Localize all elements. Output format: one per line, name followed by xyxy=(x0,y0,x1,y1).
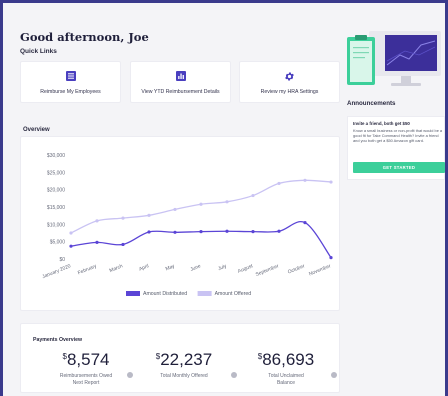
data-point-amount-offered xyxy=(121,216,125,220)
series-line-amount-distributed xyxy=(70,221,332,259)
x-tick-label: August xyxy=(237,263,254,275)
y-tick-label: $30,000 xyxy=(47,153,65,159)
data-point-amount-offered xyxy=(329,180,333,184)
info-icon[interactable] xyxy=(231,372,237,378)
x-tick-label: October xyxy=(287,263,306,275)
x-tick-label: November xyxy=(308,263,332,277)
stat-value: $86,693 xyxy=(241,350,331,370)
data-point-amount-offered xyxy=(173,207,177,212)
y-tick-label: $20,000 xyxy=(47,188,65,194)
stat-label: Reimbursements Owed Next Report xyxy=(59,373,113,386)
get-started-button[interactable]: GET STARTED xyxy=(353,162,445,173)
gear-icon xyxy=(284,70,296,82)
data-point-amount-offered xyxy=(251,193,255,198)
stat-value: $8,574 xyxy=(41,350,131,370)
stat-value: $22,237 xyxy=(139,350,229,370)
data-point-amount-offered xyxy=(225,200,229,204)
announcement-headline: Invite a friend, both get $50 xyxy=(353,121,410,126)
y-tick-label: $10,000 xyxy=(47,222,65,228)
legend-label-amount-offered: Amount Offered xyxy=(215,291,252,297)
announcements-title: Announcements xyxy=(347,100,396,107)
quick-link-hra-settings[interactable]: Review my HRA Settings xyxy=(239,61,340,103)
stat-amount: 86,693 xyxy=(262,350,315,369)
data-point-amount-distributed xyxy=(121,242,125,247)
stat-total-monthly: $22,237 Total Monthly Offered xyxy=(139,350,229,380)
x-tick-label: July xyxy=(217,263,228,272)
x-tick-label: April xyxy=(138,263,150,272)
x-tick-label: September xyxy=(255,263,280,278)
payments-title: Payments Overview xyxy=(33,337,83,343)
x-tick-label: June xyxy=(189,263,202,273)
data-point-amount-offered xyxy=(95,219,99,223)
main-content: Good afternoon, Joe Quick Links Reimburs… xyxy=(3,3,345,396)
data-point-amount-distributed xyxy=(329,256,333,260)
quick-link-reimburse[interactable]: Reimburse My Employees xyxy=(20,61,121,103)
data-point-amount-distributed xyxy=(95,240,99,244)
data-point-amount-offered xyxy=(303,178,307,182)
x-tick-label: January 2020 xyxy=(41,263,72,280)
right-sidebar: Announcements Invite a friend, both get … xyxy=(345,3,445,396)
stat-unclaimed-balance: $86,693 Total Unclaimed Balance xyxy=(241,350,331,387)
y-tick-label: $25,000 xyxy=(47,170,65,176)
y-tick-label: $0 xyxy=(59,257,65,263)
quick-link-label: Reimburse My Employees xyxy=(40,89,101,95)
page-title: Good afternoon, Joe xyxy=(20,30,149,44)
stat-reimbursements: $8,574 Reimbursements Owed Next Report xyxy=(41,350,131,387)
y-tick-label: $5,000 xyxy=(50,240,66,246)
data-point-amount-distributed xyxy=(303,221,307,225)
info-icon[interactable] xyxy=(331,372,337,378)
info-icon[interactable] xyxy=(127,372,133,378)
quick-link-label: Review my HRA Settings xyxy=(260,89,319,95)
data-point-amount-distributed xyxy=(147,230,151,234)
data-point-amount-distributed xyxy=(199,230,203,234)
payments-overview-card: Payments Overview $8,574 Reimbursements … xyxy=(20,323,340,393)
y-tick-label: $15,000 xyxy=(47,205,65,211)
stat-amount: 22,237 xyxy=(160,350,213,369)
announcement-card: Invite a friend, both get $50 Know a sma… xyxy=(347,116,445,180)
data-point-amount-offered xyxy=(199,202,203,206)
currency-symbol: $ xyxy=(155,352,161,361)
data-point-amount-distributed xyxy=(251,230,255,234)
legend-swatch-amount-offered xyxy=(197,291,212,296)
data-point-amount-offered xyxy=(147,213,151,217)
quick-link-label: View YTD Reimbursement Details xyxy=(141,89,220,95)
data-point-amount-distributed xyxy=(225,229,229,233)
bar-chart-icon xyxy=(175,70,187,82)
stat-amount: 8,574 xyxy=(66,350,110,369)
stat-label: Total Monthly Offered xyxy=(160,373,208,379)
data-point-amount-distributed xyxy=(173,230,177,234)
currency-symbol: $ xyxy=(257,352,263,361)
clipboard-monitor-illustration xyxy=(347,31,441,86)
data-point-amount-distributed xyxy=(277,229,281,233)
data-point-amount-distributed xyxy=(69,244,73,248)
stat-label: Total Unclaimed Balance xyxy=(268,373,304,386)
x-tick-label: May xyxy=(165,263,176,272)
app-frame: Good afternoon, Joe Quick Links Reimburs… xyxy=(3,3,445,396)
legend-swatch-amount-distributed xyxy=(126,291,140,296)
currency-symbol: $ xyxy=(62,352,67,361)
list-icon xyxy=(65,70,77,82)
overview-chart: $0 $5,000 $10,000 $15,000 $20,000 $25,000 $30,… xyxy=(41,153,333,297)
legend-label-amount-distributed: Amount Distributed xyxy=(143,291,187,297)
quick-link-ytd[interactable]: View YTD Reimbursement Details xyxy=(130,61,231,103)
overview-title: Overview xyxy=(23,127,50,133)
x-tick-label: February xyxy=(77,263,98,276)
data-point-amount-offered xyxy=(69,231,73,235)
quick-links-title: Quick Links xyxy=(20,48,57,55)
data-point-amount-offered xyxy=(277,181,281,186)
announcement-body: Know a small business or non-profit that… xyxy=(353,128,443,144)
overview-chart-card: $0 $5,000 $10,000 $15,000 $20,000 $25,000 $30,… xyxy=(20,136,340,311)
x-tick-label: March xyxy=(109,263,124,274)
